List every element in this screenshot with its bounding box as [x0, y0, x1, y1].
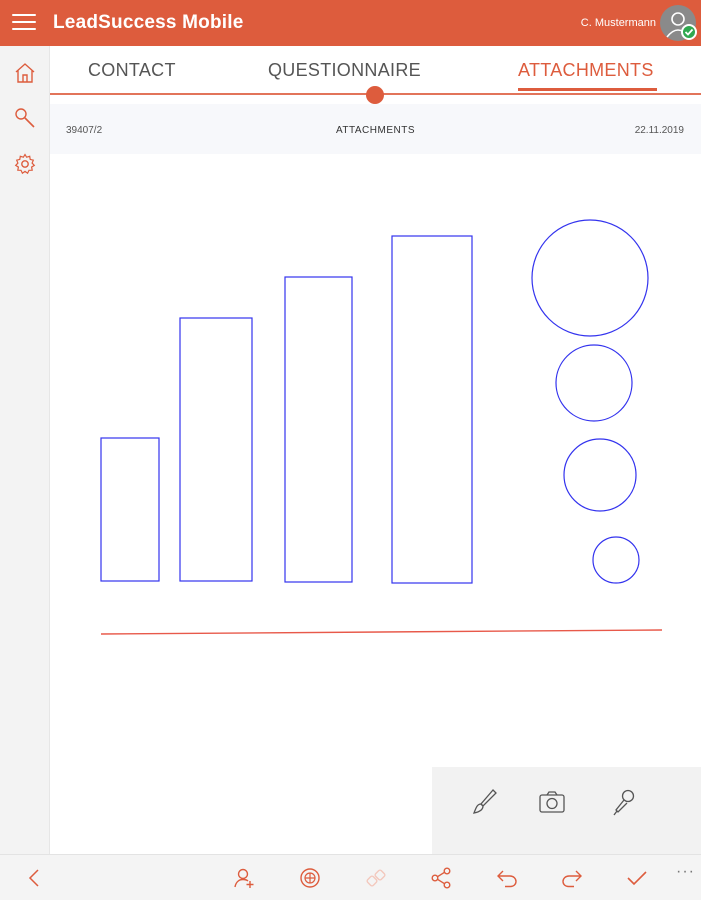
undo-icon[interactable]: [495, 866, 519, 890]
camera-icon[interactable]: [536, 786, 568, 818]
bottom-toolbar: ···: [0, 854, 701, 900]
more-icon[interactable]: ···: [676, 863, 695, 881]
record-info-bar: 39407/2 ATTACHMENTS 22.11.2019: [50, 104, 701, 154]
status-check-icon: [681, 24, 697, 40]
redo-icon[interactable]: [560, 866, 584, 890]
sketch-circle: [563, 438, 637, 512]
back-icon[interactable]: [23, 866, 47, 890]
home-icon[interactable]: [13, 61, 37, 85]
sketch-drawing: [100, 219, 663, 635]
record-date: 22.11.2019: [634, 125, 684, 136]
tab-questionnaire[interactable]: QUESTIONNAIRE: [268, 60, 421, 81]
attachment-tool-panel: [432, 767, 701, 854]
check-icon[interactable]: [625, 866, 649, 890]
tab-attachments[interactable]: ATTACHMENTS: [518, 60, 654, 81]
tab-indicator-dot: [366, 86, 384, 104]
app-title: LeadSuccess Mobile: [53, 12, 244, 33]
sidebar: [0, 46, 50, 854]
sketch-rectangle: [100, 437, 160, 582]
microphone-icon[interactable]: [608, 786, 640, 818]
sketch-circle: [531, 219, 649, 337]
crosshair-icon[interactable]: [298, 866, 322, 890]
sketch-rectangle: [391, 235, 473, 584]
active-tab-underline: [518, 88, 657, 91]
search-icon[interactable]: [13, 106, 37, 130]
section-title: ATTACHMENTS: [335, 125, 415, 136]
app-header: LeadSuccess Mobile C. Mustermann: [0, 0, 701, 46]
sketch-rectangle: [284, 276, 353, 583]
sketch-circle: [592, 536, 640, 584]
gear-icon[interactable]: [13, 152, 37, 176]
share-icon[interactable]: [429, 866, 453, 890]
tab-contact[interactable]: CONTACT: [88, 60, 176, 81]
sketch-rectangle: [179, 317, 253, 582]
brush-icon[interactable]: [468, 786, 500, 818]
add-contact-icon[interactable]: [232, 866, 256, 890]
sketch-baseline: [100, 629, 663, 635]
link-icon: [364, 866, 388, 890]
sketch-circle: [555, 344, 633, 422]
drawing-canvas[interactable]: [50, 154, 701, 854]
user-name[interactable]: C. Mustermann: [581, 17, 656, 29]
hamburger-menu-icon[interactable]: [12, 14, 36, 32]
